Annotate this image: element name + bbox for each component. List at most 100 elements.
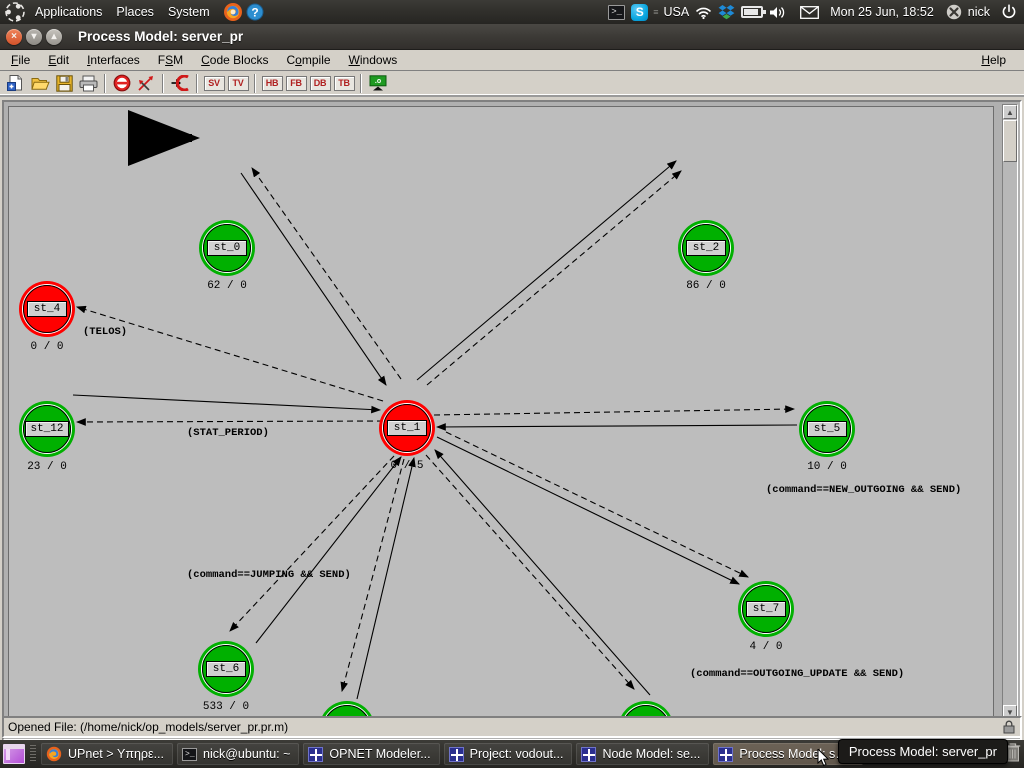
window-close-button[interactable]: × xyxy=(6,28,22,45)
toolbar-separator xyxy=(196,73,198,93)
menubar: File Edit Interfaces FSM Code Blocks Com… xyxy=(0,50,1024,71)
firefox-icon xyxy=(46,746,62,762)
menu-code-blocks[interactable]: Code Blocks xyxy=(192,51,277,69)
mail-icon[interactable] xyxy=(800,0,820,24)
vertical-scroll-thumb[interactable] xyxy=(1003,120,1017,162)
menu-compile[interactable]: Compile xyxy=(278,51,340,69)
taskbar-item-node-model[interactable]: Node Model: se... xyxy=(576,743,710,765)
toolbar-separator xyxy=(104,73,106,93)
state-counts: 0 / 5 xyxy=(390,460,424,472)
state-node-st_1[interactable]: st_1 0 / 5 xyxy=(379,400,435,472)
taskbar-item-opnet-modeler[interactable]: OPNET Modeler... xyxy=(303,743,440,765)
taskbar-item-terminal[interactable]: >_ nick@ubuntu: ~ xyxy=(177,743,300,765)
window-minimize-button[interactable]: ▾ xyxy=(26,28,42,45)
toolbar: SV TV HB FB DB TB .o xyxy=(0,71,1024,97)
transition-label-outgoing-update: (command==OUTGOING_UPDATE && SEND) xyxy=(690,668,905,680)
menu-edit[interactable]: Edit xyxy=(39,51,78,69)
state-counts: 4 / 0 xyxy=(749,641,783,653)
taskbar-item-label: Project: vodout... xyxy=(469,747,564,761)
panel-menu-places[interactable]: Places xyxy=(109,2,161,22)
state-counts: 86 / 0 xyxy=(686,280,726,292)
taskbar-item-label: Node Model: se... xyxy=(602,747,701,761)
transition-label-telos: (TELOS) xyxy=(83,326,128,338)
state-counts: 533 / 0 xyxy=(202,701,250,713)
state-node-st_0[interactable]: st_0 62 / 0 xyxy=(199,220,255,292)
scroll-up-arrow[interactable]: ▲ xyxy=(1003,105,1017,119)
state-counts: 0 / 0 xyxy=(30,341,64,353)
taskbar-item-upnet[interactable]: UPnet > Υπηρε... xyxy=(41,743,174,765)
opnet-icon xyxy=(718,746,734,762)
no-entry-icon[interactable] xyxy=(111,72,133,94)
menu-fsm[interactable]: FSM xyxy=(149,51,192,69)
firefox-icon[interactable] xyxy=(223,2,243,22)
print-icon[interactable] xyxy=(77,72,99,94)
jump-to-icon[interactable] xyxy=(169,72,191,94)
fsm-diagram-canvas[interactable]: st_0 62 / 0 st_2 86 / 0 st_4 0 / 0 st_12… xyxy=(8,106,994,718)
sv-button[interactable]: SV xyxy=(203,72,225,94)
show-desktop-icon[interactable] xyxy=(3,744,25,764)
ubuntu-logo-icon[interactable] xyxy=(4,1,26,23)
state-node-st_12[interactable]: st_12 23 / 0 xyxy=(19,401,75,473)
mouse-cursor xyxy=(817,749,830,767)
wifi-icon[interactable] xyxy=(695,0,712,24)
volume-icon[interactable] xyxy=(769,0,787,24)
transition-label-stat-period: (STAT_PERIOD) xyxy=(187,427,269,439)
canvas-vertical-scrollbar[interactable]: ▲ ▼ xyxy=(1002,104,1018,720)
save-icon[interactable] xyxy=(53,72,75,94)
state-node-st_6[interactable]: st_6 533 / 0 xyxy=(198,641,254,713)
window-title: Process Model: server_pr xyxy=(78,29,244,44)
tb-button[interactable]: TB xyxy=(333,72,355,94)
process-model-window: × ▾ ▴ Process Model: server_pr File Edit… xyxy=(0,24,1024,741)
state-node-st_4[interactable]: st_4 0 / 0 xyxy=(19,281,75,353)
user-avatar-icon[interactable] xyxy=(946,0,962,24)
help-icon[interactable]: ? xyxy=(246,3,264,21)
new-file-icon[interactable] xyxy=(5,72,27,94)
state-label: st_4 xyxy=(27,301,67,317)
status-text: Opened File: (/home/nick/op_models/serve… xyxy=(8,720,289,734)
menu-windows[interactable]: Windows xyxy=(340,51,407,69)
compile-icon[interactable]: .o xyxy=(367,72,389,94)
panel-menu-system[interactable]: System xyxy=(161,2,217,22)
state-label: st_2 xyxy=(686,240,726,256)
menu-interfaces[interactable]: Interfaces xyxy=(78,51,149,69)
skype-icon[interactable]: S xyxy=(631,0,649,24)
menu-file[interactable]: File xyxy=(2,51,39,69)
state-node-st_7[interactable]: st_7 4 / 0 xyxy=(738,581,794,653)
state-node-st_5[interactable]: st_5 10 / 0 xyxy=(799,401,855,473)
terminal-tray-icon[interactable]: >_ xyxy=(608,0,626,24)
menu-help[interactable]: Help xyxy=(972,51,1022,69)
gnome-top-panel: Applications Places System ? >_ S ≡ USA xyxy=(0,0,1024,24)
open-folder-icon[interactable] xyxy=(29,72,51,94)
window-titlebar: × ▾ ▴ Process Model: server_pr xyxy=(0,24,1024,50)
state-label: st_12 xyxy=(25,421,69,437)
dropbox-icon[interactable] xyxy=(718,0,735,24)
opnet-icon xyxy=(308,746,324,762)
transition-label-jumping: (command==JUMPING && SEND) xyxy=(187,569,351,581)
db-button[interactable]: DB xyxy=(309,72,331,94)
opnet-icon xyxy=(581,746,597,762)
arrows-icon[interactable] xyxy=(135,72,157,94)
state-counts: 62 / 0 xyxy=(207,280,247,292)
state-label: st_0 xyxy=(207,240,247,256)
taskbar-tooltip: Process Model: server_pr xyxy=(837,739,1008,764)
toolbar-separator xyxy=(360,73,362,93)
taskbar-item-project[interactable]: Project: vodout... xyxy=(443,743,573,765)
username-label[interactable]: nick xyxy=(968,0,990,24)
keyboard-layout-indicator[interactable]: USA xyxy=(664,0,690,24)
fb-button[interactable]: FB xyxy=(285,72,307,94)
state-node-st_2[interactable]: st_2 86 / 0 xyxy=(678,220,734,292)
power-icon[interactable] xyxy=(1001,0,1017,24)
opnet-icon xyxy=(448,746,464,762)
panel-menu-applications[interactable]: Applications xyxy=(28,2,109,22)
clock[interactable]: Mon 25 Jun, 18:52 xyxy=(830,0,934,24)
terminal-icon: >_ xyxy=(182,747,198,761)
status-bar: Opened File: (/home/nick/op_models/serve… xyxy=(2,716,1022,738)
tv-button[interactable]: TV xyxy=(227,72,249,94)
hb-button[interactable]: HB xyxy=(261,72,283,94)
window-maximize-button[interactable]: ▴ xyxy=(46,28,62,45)
battery-icon[interactable] xyxy=(741,0,767,24)
state-label: st_6 xyxy=(206,661,246,677)
lock-icon[interactable] xyxy=(1002,720,1016,734)
toolbar-separator xyxy=(162,73,164,93)
svg-text:?: ? xyxy=(251,5,258,19)
